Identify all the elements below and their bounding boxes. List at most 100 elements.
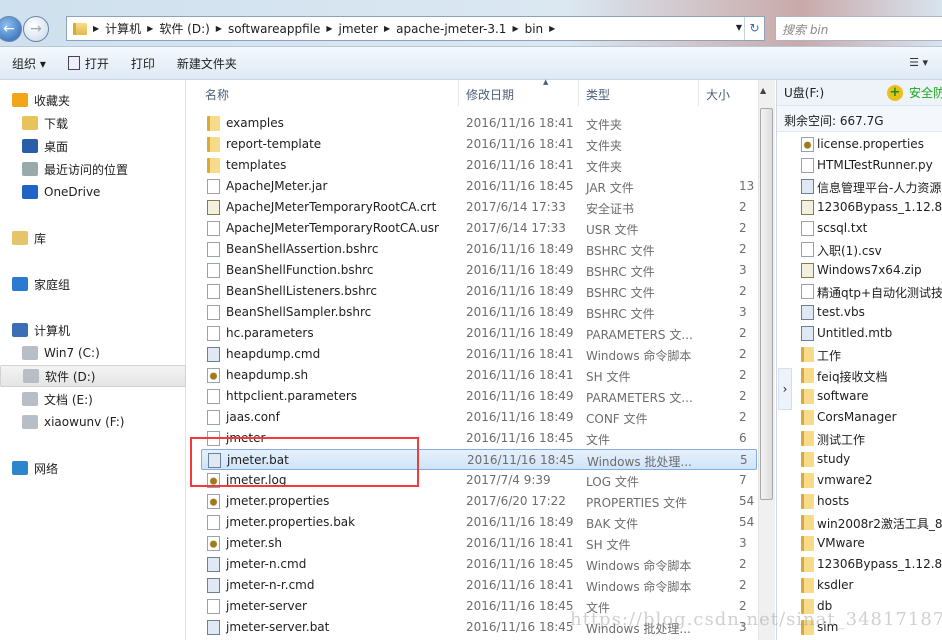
file-date: 2017/7/4 9:39 xyxy=(466,473,551,487)
breadcrumb-item[interactable]: ▶ bin xyxy=(512,20,543,37)
drive-item[interactable]: CorsManager xyxy=(801,407,942,428)
file-row[interactable]: jmeter-n.cmd 2016/11/16 18:45 Windows 命令脚本… xyxy=(201,554,757,575)
file-row[interactable]: hc.parameters 2016/11/16 18:49 PARAMETERS … xyxy=(201,323,757,344)
file-row[interactable]: jmeter-n-r.cmd 2016/11/16 18:41 Windows 命令… xyxy=(201,575,757,596)
sidebar-item[interactable]: 下载 xyxy=(0,112,186,134)
file-row[interactable]: jmeter.properties.bak 2016/11/16 18:49 BAK… xyxy=(201,512,757,533)
file-row[interactable]: ApacheJMeterTemporaryRootCA.usr 2017/6/14… xyxy=(201,218,757,239)
drive-item[interactable]: 工作 xyxy=(801,344,942,365)
drive-icon xyxy=(23,369,39,383)
file-row[interactable]: examples 2016/11/16 18:41 文件夹 xyxy=(201,113,757,134)
safe-button[interactable]: + 安全防 xyxy=(887,84,942,101)
file-row[interactable]: BeanShellListeners.bshrc 2016/11/16 18:49… xyxy=(201,281,757,302)
column-divider[interactable] xyxy=(458,80,459,106)
view-options-icon[interactable]: ☰ ▾ xyxy=(909,56,928,69)
breadcrumb-item[interactable]: ▶ apache-jmeter-3.1 xyxy=(384,20,506,37)
sidebar-item[interactable]: 库 xyxy=(0,227,186,249)
sidebar-item[interactable]: 桌面 xyxy=(0,135,186,157)
file-row[interactable]: ApacheJMeter.jar 2016/11/16 18:45 JAR 文件 13 xyxy=(201,176,757,197)
column-size[interactable]: 大小 xyxy=(706,86,730,103)
drive-item[interactable]: vmware2 xyxy=(801,470,942,491)
file-row[interactable]: heapdump.cmd 2016/11/16 18:41 Windows 命令脚本… xyxy=(201,344,757,365)
expand-chevron-icon[interactable]: › xyxy=(778,368,792,410)
drive-item[interactable]: 测试工作 xyxy=(801,428,942,449)
library-icon xyxy=(12,231,28,245)
print-button[interactable]: 打印 xyxy=(131,55,155,72)
column-name[interactable]: 名称 xyxy=(205,86,229,103)
breadcrumb-arrow-icon[interactable]: ▶ xyxy=(549,24,555,33)
file-row[interactable]: jaas.conf 2016/11/16 18:49 CONF 文件 2 xyxy=(201,407,757,428)
breadcrumb-item[interactable]: ▶ 软件 (D:) xyxy=(147,20,210,37)
file-row[interactable]: BeanShellAssertion.bshrc 2016/11/16 18:49… xyxy=(201,239,757,260)
drive-item[interactable]: sim xyxy=(801,617,942,638)
sidebar-item[interactable]: 软件 (D:) xyxy=(0,365,186,387)
drive-item[interactable]: scsql.txt xyxy=(801,218,942,239)
drive-item[interactable]: 精通qtp+自动化测试技 xyxy=(801,281,942,302)
breadcrumb-arrow-icon[interactable]: ▶ xyxy=(384,24,390,33)
drive-item[interactable]: Untitled.mtb xyxy=(801,323,942,344)
sidebar-item[interactable]: 文档 (E:) xyxy=(0,388,186,410)
file-row[interactable]: heapdump.sh 2016/11/16 18:41 SH 文件 2 xyxy=(201,365,757,386)
file-row[interactable]: jmeter-server.bat 2016/11/16 18:45 Windows… xyxy=(201,617,757,638)
sidebar-item[interactable]: Win7 (C:) xyxy=(0,342,186,364)
file-row[interactable]: BeanShellSampler.bshrc 2016/11/16 18:49 BS… xyxy=(201,302,757,323)
drive-item[interactable]: feiq接收文档 xyxy=(801,365,942,386)
sidebar-item[interactable]: 收藏夹 xyxy=(0,89,186,111)
breadcrumb-item[interactable]: ▶ softwareappfile xyxy=(216,20,321,37)
file-row[interactable]: report-template 2016/11/16 18:41 文件夹 xyxy=(201,134,757,155)
breadcrumb-arrow-icon[interactable]: ▶ xyxy=(147,24,153,33)
file-row[interactable]: templates 2016/11/16 18:41 文件夹 xyxy=(201,155,757,176)
sidebar-item[interactable]: 计算机 xyxy=(0,319,186,341)
address-bar[interactable]: ▶ 计算机 ▶ 软件 (D:) ▶ softwareappfile ▶ jmeter ▶ apac… xyxy=(66,16,765,41)
organize-button[interactable]: 组织 ▾ xyxy=(12,55,46,72)
file-row[interactable]: BeanShellFunction.bshrc 2016/11/16 18:49 B… xyxy=(201,260,757,281)
column-date[interactable]: 修改日期 xyxy=(466,86,514,103)
breadcrumb-arrow-icon[interactable]: ▶ xyxy=(512,24,518,33)
search-input[interactable]: 搜索 bin xyxy=(775,16,942,41)
forward-button[interactable]: → xyxy=(23,16,49,42)
drive-item[interactable]: Windows7x64.zip xyxy=(801,260,942,281)
breadcrumb-arrow-icon[interactable]: ▶ xyxy=(326,24,332,33)
breadcrumb-item[interactable]: ▶ jmeter xyxy=(326,20,378,37)
breadcrumb-arrow-icon[interactable]: ▶ xyxy=(93,24,99,33)
address-dropdown-icon[interactable]: ▼ xyxy=(736,23,742,32)
drive-item[interactable]: 入职(1).csv xyxy=(801,239,942,260)
file-row[interactable]: jmeter-server 2016/11/16 18:45 文件 2 xyxy=(201,596,757,617)
sidebar-item[interactable]: OneDrive xyxy=(0,181,186,203)
drive-item[interactable]: ksdler xyxy=(801,575,942,596)
file-icon xyxy=(207,326,220,341)
drive-item[interactable]: HTMLTestRunner.py xyxy=(801,155,942,176)
drive-item[interactable]: hosts xyxy=(801,491,942,512)
column-divider[interactable] xyxy=(578,80,579,106)
scrollbar-thumb[interactable] xyxy=(760,108,773,500)
breadcrumb-arrow-icon[interactable]: ▶ xyxy=(216,24,222,33)
sidebar-item[interactable]: xiaowunv (F:) xyxy=(0,411,186,433)
sidebar-item[interactable]: 最近访问的位置 xyxy=(0,158,186,180)
folder-icon xyxy=(801,557,814,572)
scroll-up-icon[interactable]: ▲ xyxy=(760,86,766,95)
drive-item[interactable]: license.properties xyxy=(801,134,942,155)
open-button[interactable]: 打开 xyxy=(67,55,109,72)
file-row[interactable]: ApacheJMeterTemporaryRootCA.crt 2017/6/14… xyxy=(201,197,757,218)
sidebar-item[interactable]: 网络 xyxy=(0,457,186,479)
column-divider[interactable] xyxy=(698,80,699,106)
file-row[interactable]: httpclient.parameters 2016/11/16 18:49 PAR… xyxy=(201,386,757,407)
file-row[interactable]: jmeter.properties 2017/6/20 17:22 PROPERTI… xyxy=(201,491,757,512)
drive-item[interactable]: db xyxy=(801,596,942,617)
drive-item[interactable]: 信息管理平台-人力资源 xyxy=(801,176,942,197)
new-folder-button[interactable]: 新建文件夹 xyxy=(177,55,237,72)
column-type[interactable]: 类型 xyxy=(586,86,610,103)
drive-item[interactable]: 12306Bypass_1.12.80 xyxy=(801,554,942,575)
file-row[interactable]: jmeter.sh 2016/11/16 18:41 SH 文件 3 xyxy=(201,533,757,554)
drive-item[interactable]: 12306Bypass_1.12.80. xyxy=(801,197,942,218)
drive-item[interactable]: VMware xyxy=(801,533,942,554)
file-date: 2016/11/16 18:49 xyxy=(466,326,574,340)
drive-item[interactable]: win2008r2激活工具_85 xyxy=(801,512,942,533)
breadcrumb-item[interactable]: ▶ 计算机 xyxy=(93,20,141,37)
file-icon xyxy=(207,410,220,425)
drive-item[interactable]: test.vbs xyxy=(801,302,942,323)
refresh-icon[interactable]: ↻ xyxy=(744,17,764,40)
drive-item[interactable]: study xyxy=(801,449,942,470)
drive-item[interactable]: software xyxy=(801,386,942,407)
sidebar-item[interactable]: 家庭组 xyxy=(0,273,186,295)
